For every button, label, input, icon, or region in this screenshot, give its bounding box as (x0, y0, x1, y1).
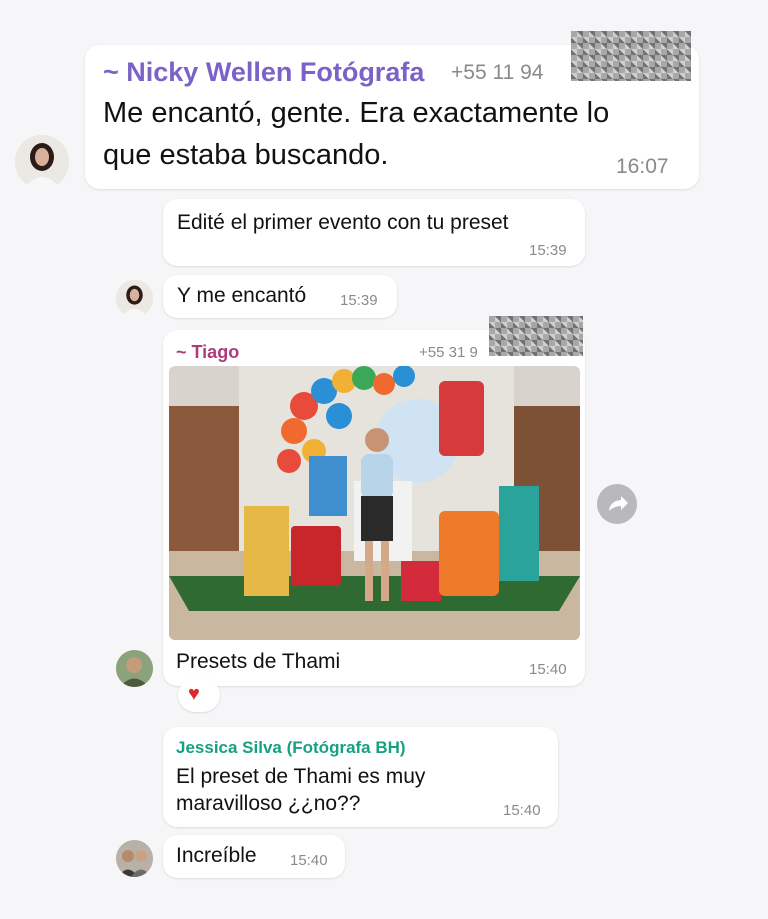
message-text-line-1: El preset de Thami es muy (176, 765, 426, 788)
message-text-line-2: que estaba buscando. (103, 139, 389, 171)
forward-button[interactable] (597, 484, 637, 524)
redacted-phone (571, 31, 691, 81)
message-time: 15:39 (340, 292, 378, 309)
forward-arrow-icon (609, 496, 628, 511)
message-time: 16:07 (616, 155, 669, 178)
message-time: 15:40 (503, 802, 541, 819)
message-text-line-1: Me encantó, gente. Era exactamente lo (103, 97, 610, 129)
avatar-photo (15, 135, 69, 189)
redacted-phone (489, 316, 583, 356)
reaction-badge[interactable]: ♥ (178, 678, 220, 712)
message-text: Increíble (176, 844, 257, 867)
image-caption: Presets de Thami (176, 650, 341, 673)
message-time: 15:40 (529, 661, 567, 678)
message-tiago[interactable]: ~ Tiago +55 31 9 Presets de Thami 15:40 (163, 316, 585, 686)
avatar-group[interactable] (116, 840, 153, 877)
sender-name[interactable]: ~ Nicky Wellen Fotógrafa (103, 57, 424, 88)
heart-icon: ♥ (188, 683, 200, 705)
avatar-photo (116, 280, 153, 317)
message-jessica[interactable]: Jessica Silva (Fotógrafa BH) El preset d… (163, 727, 558, 827)
avatar-photo (116, 840, 153, 877)
message-text: Edité el primer evento con tu preset (177, 211, 509, 234)
message-nicky[interactable]: ~ Nicky Wellen Fotógrafa +55 11 94 Me en… (85, 31, 699, 189)
message-edite[interactable]: Edité el primer evento con tu preset 15:… (163, 199, 585, 266)
sender-name[interactable]: ~ Tiago (176, 342, 239, 363)
message-y-me-encanto[interactable]: Y me encantó 15:39 (163, 275, 397, 318)
avatar-tiago[interactable] (116, 650, 153, 687)
sender-phone: +55 11 94 (451, 61, 544, 84)
message-time: 15:39 (529, 242, 567, 259)
message-increible[interactable]: Increíble 15:40 (163, 835, 345, 878)
avatar-nicky[interactable] (15, 135, 69, 189)
sender-phone: +55 31 9 (419, 344, 478, 361)
sender-name[interactable]: Jessica Silva (Fotógrafa BH) (176, 738, 406, 758)
party-photo[interactable] (169, 366, 580, 640)
message-time: 15:40 (290, 852, 328, 869)
message-text: Y me encantó (177, 284, 307, 307)
avatar-nicky-small[interactable] (116, 280, 153, 317)
avatar-photo (116, 650, 153, 687)
message-text-line-2: maravilloso ¿¿no?? (176, 792, 361, 815)
